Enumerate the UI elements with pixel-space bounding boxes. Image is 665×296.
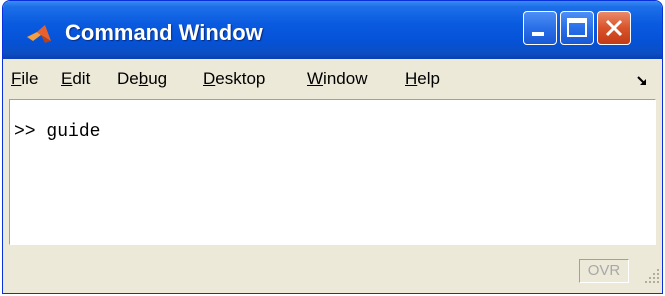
menu-desktop[interactable]: Desktop	[203, 69, 265, 89]
command-prompt: >>	[14, 122, 36, 142]
menu-file-rest: ile	[21, 69, 39, 88]
minimize-icon	[532, 32, 544, 36]
menu-debug-pre: De	[117, 69, 139, 88]
menu-debug[interactable]: Debug	[117, 69, 167, 89]
menu-window[interactable]: Window	[307, 69, 367, 89]
menu-window-rest: indow	[323, 69, 368, 88]
command-text: guide	[46, 122, 101, 142]
resize-grip-icon[interactable]	[643, 267, 661, 285]
command-line[interactable]: >> guide	[14, 122, 100, 142]
menu-debug-mnemonic: b	[138, 69, 149, 88]
menu-debug-rest: ug	[148, 69, 168, 88]
menu-help[interactable]: Help	[405, 69, 440, 89]
maximize-button[interactable]	[560, 11, 594, 45]
command-console[interactable]: >> guide	[9, 99, 656, 245]
matlab-logo-icon	[27, 25, 51, 43]
menu-help-mnemonic: H	[405, 69, 418, 88]
menu-help-rest: elp	[417, 69, 440, 88]
command-window: Command Window File Edit Debug Desktop W…	[2, 0, 663, 294]
menu-edit-mnemonic: E	[61, 69, 73, 88]
menu-desktop-mnemonic: D	[203, 69, 216, 88]
ovr-indicator: OVR	[579, 259, 629, 283]
menu-file[interactable]: File	[11, 69, 38, 89]
close-icon	[605, 19, 623, 37]
menu-file-mnemonic: F	[11, 69, 22, 88]
title-bar[interactable]: Command Window	[3, 1, 662, 59]
menu-edit-rest: dit	[72, 69, 91, 88]
status-bar: OVR	[5, 249, 660, 293]
menu-window-mnemonic: W	[307, 69, 324, 88]
window-title: Command Window	[65, 20, 263, 45]
minimize-button[interactable]	[523, 11, 557, 45]
menu-desktop-rest: esktop	[215, 69, 266, 88]
undock-arrow-icon[interactable]	[636, 75, 648, 87]
menu-edit[interactable]: Edit	[61, 69, 90, 89]
close-button[interactable]	[597, 11, 631, 45]
menu-bar: File Edit Debug Desktop Window Help	[5, 61, 660, 97]
maximize-icon	[567, 18, 587, 37]
